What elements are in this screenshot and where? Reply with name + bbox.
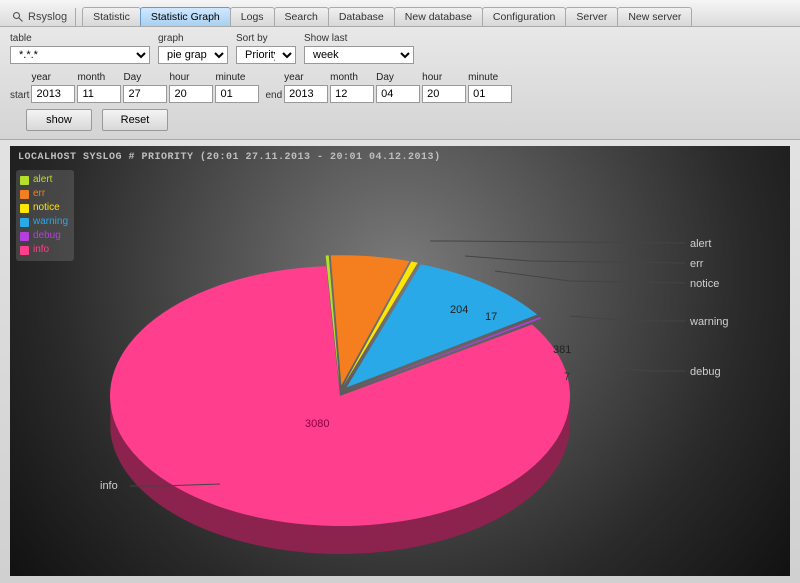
end-year-input[interactable]: [284, 85, 328, 103]
show-button[interactable]: show: [26, 109, 92, 131]
value-err: 204: [450, 304, 468, 316]
callout-notice: notice: [690, 278, 719, 290]
callout-warning: warning: [690, 316, 729, 328]
tab-server[interactable]: Server: [565, 7, 618, 26]
start-day-label: Day: [123, 72, 167, 83]
end-year-label: year: [284, 72, 328, 83]
start-year-input[interactable]: [31, 85, 75, 103]
table-select[interactable]: *.*.*: [10, 46, 150, 64]
sortby-select[interactable]: Priority: [236, 46, 296, 64]
end-day-label: Day: [376, 72, 420, 83]
callout-err: err: [690, 258, 703, 270]
showlast-label: Show last: [304, 33, 414, 44]
reset-button[interactable]: Reset: [102, 109, 168, 131]
pie-chart: [10, 146, 790, 576]
callout-info: info: [100, 480, 118, 492]
showlast-select[interactable]: week: [304, 46, 414, 64]
callout-alert: alert: [690, 238, 711, 250]
start-minute-input[interactable]: [215, 85, 259, 103]
start-month-input[interactable]: [77, 85, 121, 103]
start-label: start: [10, 90, 31, 103]
tab-database[interactable]: Database: [328, 7, 395, 26]
start-day-input[interactable]: [123, 85, 167, 103]
value-warning: 381: [553, 344, 571, 356]
start-month-label: month: [77, 72, 121, 83]
magnifier-icon: [12, 11, 24, 23]
tab-new-database[interactable]: New database: [394, 7, 483, 26]
tab-configuration[interactable]: Configuration: [482, 7, 566, 26]
end-month-input[interactable]: [330, 85, 374, 103]
value-notice: 17: [485, 311, 497, 323]
table-label: table: [10, 33, 150, 44]
tab-statistic[interactable]: Statistic: [82, 7, 141, 26]
end-hour-label: hour: [422, 72, 466, 83]
start-minute-label: minute: [215, 72, 259, 83]
end-minute-input[interactable]: [468, 85, 512, 103]
start-hour-input[interactable]: [169, 85, 213, 103]
graph-label: graph: [158, 33, 228, 44]
brand-label: Rsyslog: [28, 11, 67, 23]
tab-statistic-graph[interactable]: Statistic Graph: [140, 7, 231, 26]
value-debug: 7: [564, 371, 570, 383]
start-year-label: year: [31, 72, 75, 83]
tab-bar: Rsyslog StatisticStatistic GraphLogsSear…: [0, 0, 800, 27]
callout-debug: debug: [690, 366, 721, 378]
sortby-label: Sort by: [236, 33, 296, 44]
start-hour-label: hour: [169, 72, 213, 83]
end-hour-input[interactable]: [422, 85, 466, 103]
end-month-label: month: [330, 72, 374, 83]
control-panel: table *.*.* graph pie graph Sort by Prio…: [0, 27, 800, 140]
tab-logs[interactable]: Logs: [230, 7, 275, 26]
tab-new-server[interactable]: New server: [617, 7, 692, 26]
graph-select[interactable]: pie graph: [158, 46, 228, 64]
value-info: 3080: [305, 418, 329, 430]
end-minute-label: minute: [468, 72, 512, 83]
brand: Rsyslog: [4, 8, 76, 26]
end-day-input[interactable]: [376, 85, 420, 103]
chart-area: LOCALHOST SYSLOG # PRIORITY (20:01 27.11…: [10, 146, 790, 576]
end-label: end: [265, 90, 284, 103]
tab-search[interactable]: Search: [274, 7, 329, 26]
